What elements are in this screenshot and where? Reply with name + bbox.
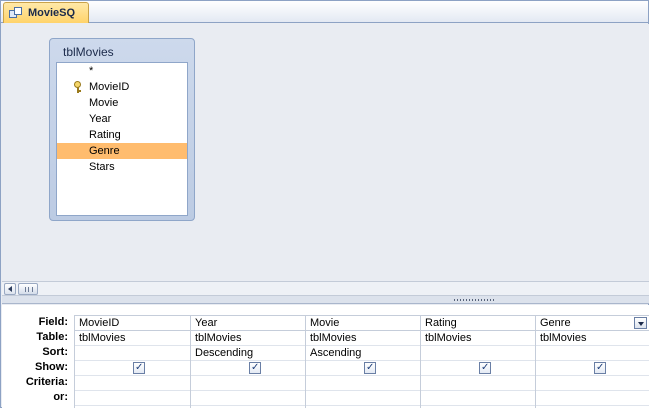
show-checkbox[interactable] [249,361,261,375]
show-checkbox[interactable] [133,361,145,375]
grid-column-5: Genre tblMovies [536,316,649,408]
field-list-item-stars[interactable]: Stars [57,159,187,175]
field-list: * MovieID Movie Year Rating Genre Stars [56,62,188,216]
field-list-item-year[interactable]: Year [57,111,187,127]
table-cell[interactable]: tblMovies [421,331,535,346]
sort-cell[interactable] [536,346,649,361]
row-label-field: Field: [38,316,68,328]
sort-cell[interactable] [75,346,190,361]
field-list-item-rating[interactable]: Rating [57,127,187,143]
field-label: Movie [89,97,119,109]
show-checkbox[interactable] [479,361,491,375]
field-label: Genre [89,145,120,157]
grid-columns: MovieID tblMovies Year tblMovies Descend… [74,315,649,408]
field-label: MovieID [89,81,130,93]
row-label-criteria: Criteria: [25,376,68,388]
field-list-item-movieid[interactable]: MovieID [57,79,187,95]
field-label: Year [89,113,112,125]
field-list-window-tblmovies[interactable]: tblMovies * MovieID Movie Year Rating Ge… [49,38,195,221]
criteria-cell[interactable] [306,376,420,391]
or-cell[interactable] [421,391,535,406]
show-cell [536,361,649,376]
field-cell[interactable]: Genre [536,316,649,331]
sort-cell[interactable] [421,346,535,361]
field-cell-value: Genre [540,317,571,329]
scroll-left-arrow-icon[interactable] [4,283,16,295]
pane-splitter[interactable] [2,296,649,304]
show-cell [306,361,420,376]
show-cell [75,361,190,376]
tab-moviesq[interactable]: MovieSQ [3,2,89,23]
table-cell[interactable]: tblMovies [306,331,420,346]
criteria-cell[interactable] [421,376,535,391]
field-list-item-genre[interactable]: Genre [57,143,187,159]
grip-icon [25,287,33,292]
field-label: Rating [89,129,121,141]
splitter-grip-icon[interactable] [454,299,494,301]
grid-column-3: Movie tblMovies Ascending [306,316,421,408]
primary-key-icon [73,81,82,93]
row-label-or: or: [53,391,68,403]
query-design-grid: Field: Table: Sort: Show: Criteria: or: … [2,305,649,408]
field-cell[interactable]: Movie [306,316,420,331]
criteria-cell[interactable] [191,376,305,391]
scroll-thumb[interactable] [18,283,38,295]
tab-label: MovieSQ [28,7,76,19]
show-checkbox[interactable] [364,361,376,375]
show-cell [191,361,305,376]
show-cell [421,361,535,376]
grid-column-2: Year tblMovies Descending [191,316,306,408]
or-cell[interactable] [536,391,649,406]
table-cell[interactable]: tblMovies [75,331,190,346]
criteria-cell[interactable] [536,376,649,391]
document-tab-strip: MovieSQ [1,1,648,23]
table-cell[interactable]: tblMovies [191,331,305,346]
table-pane[interactable]: tblMovies * MovieID Movie Year Rating Ge… [2,24,649,281]
query-icon [9,7,23,19]
criteria-cell[interactable] [75,376,190,391]
row-label-sort: Sort: [42,346,68,358]
field-list-item-all[interactable]: * [57,63,187,79]
table-cell[interactable]: tblMovies [536,331,649,346]
field-label: Stars [89,161,115,173]
row-label-table: Table: [36,331,68,343]
or-cell[interactable] [306,391,420,406]
show-checkbox[interactable] [594,361,606,375]
field-cell[interactable]: Year [191,316,305,331]
grid-column-4: Rating tblMovies [421,316,536,408]
grid-row-labels: Field: Table: Sort: Show: Criteria: or: [2,315,72,405]
or-cell[interactable] [75,391,190,406]
row-label-show: Show: [35,361,68,373]
horizontal-scrollbar[interactable] [2,281,649,296]
sort-cell[interactable]: Ascending [306,346,420,361]
sort-cell[interactable]: Descending [191,346,305,361]
query-design-window: MovieSQ tblMovies * MovieID Movie Year R… [0,0,649,408]
chevron-down-icon[interactable] [634,317,647,329]
field-cell[interactable]: MovieID [75,316,190,331]
or-cell[interactable] [191,391,305,406]
field-list-item-movie[interactable]: Movie [57,95,187,111]
grid-column-1: MovieID tblMovies [75,316,191,408]
field-label: * [89,65,94,77]
field-cell[interactable]: Rating [421,316,535,331]
field-list-title[interactable]: tblMovies [63,45,114,59]
